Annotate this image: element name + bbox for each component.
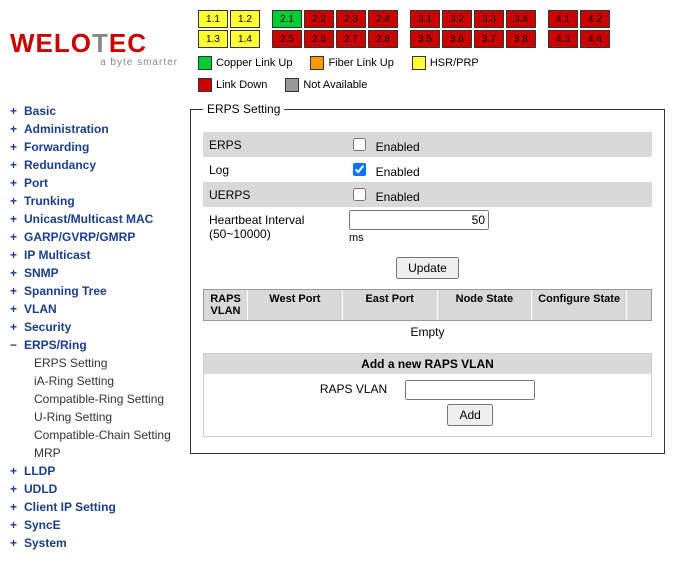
row-label-uerps: UERPS bbox=[203, 182, 343, 207]
logo-t: T bbox=[92, 28, 109, 58]
port-2-3[interactable]: 2.3 bbox=[336, 10, 366, 28]
port-4-4[interactable]: 4.4 bbox=[580, 30, 610, 48]
port-1-1[interactable]: 1.1 bbox=[198, 10, 228, 28]
nav-basic[interactable]: +Basic bbox=[10, 102, 186, 120]
port-1-4[interactable]: 1.4 bbox=[230, 30, 260, 48]
heartbeat-unit: ms bbox=[349, 232, 364, 244]
log-enabled-checkbox[interactable] bbox=[353, 163, 366, 176]
add-raps-label: RAPS VLAN bbox=[320, 380, 387, 396]
enabled-text-erps: Enabled bbox=[376, 140, 420, 154]
port-1-3[interactable]: 1.3 bbox=[198, 30, 228, 48]
row-label-heartbeat: Heartbeat Interval (50~10000) bbox=[203, 207, 343, 247]
nav-sub-mrp[interactable]: MRP bbox=[34, 444, 186, 462]
nav-forwarding[interactable]: +Forwarding bbox=[10, 138, 186, 156]
port-3-7[interactable]: 3.7 bbox=[474, 30, 504, 48]
erps-setting-panel: ERPS Setting ERPS Enabled Log Enabled UE… bbox=[190, 102, 665, 454]
nav-sub-compatible-ring[interactable]: Compatible-Ring Setting bbox=[34, 390, 186, 408]
logo-post: EC bbox=[109, 28, 147, 58]
col-west-port: West Port bbox=[248, 290, 343, 320]
legend-swatch-orange bbox=[310, 56, 324, 70]
nav-ip-multicast[interactable]: +IP Multicast bbox=[10, 246, 186, 264]
enabled-text-uerps: Enabled bbox=[376, 190, 420, 204]
nav-administration[interactable]: +Administration bbox=[10, 120, 186, 138]
port-3-5[interactable]: 3.5 bbox=[410, 30, 440, 48]
port-2-8[interactable]: 2.8 bbox=[368, 30, 398, 48]
port-3-4[interactable]: 3.4 bbox=[506, 10, 536, 28]
nav-port[interactable]: +Port bbox=[10, 174, 186, 192]
nav-security[interactable]: +Security bbox=[10, 318, 186, 336]
row-label-erps: ERPS bbox=[203, 132, 343, 157]
legend-swatch-red bbox=[198, 78, 212, 92]
erps-enabled-checkbox[interactable] bbox=[353, 138, 366, 151]
col-raps-vlan: RAPS VLAN bbox=[204, 290, 248, 320]
nav-sub-compatible-chain[interactable]: Compatible-Chain Setting bbox=[34, 426, 186, 444]
sidebar-nav: +Basic +Administration +Forwarding +Redu… bbox=[10, 102, 190, 552]
port-4-3[interactable]: 4.3 bbox=[548, 30, 578, 48]
nav-system[interactable]: +System bbox=[10, 534, 186, 552]
port-2-2[interactable]: 2.2 bbox=[304, 10, 334, 28]
legend-copper-up: Copper Link Up bbox=[216, 57, 292, 69]
port-2-4[interactable]: 2.4 bbox=[368, 10, 398, 28]
nav-erps-ring[interactable]: −ERPS/Ring bbox=[10, 336, 186, 354]
port-3-2[interactable]: 3.2 bbox=[442, 10, 472, 28]
brand-logo: WELOTEC a byte smarter bbox=[10, 10, 190, 68]
nav-synce[interactable]: +SyncE bbox=[10, 516, 186, 534]
raps-table-header: RAPS VLAN West Port East Port Node State… bbox=[203, 289, 652, 321]
port-2-6[interactable]: 2.6 bbox=[304, 30, 334, 48]
port-3-3[interactable]: 3.3 bbox=[474, 10, 504, 28]
raps-vlan-input[interactable] bbox=[405, 380, 535, 400]
logo-pre: WELO bbox=[10, 28, 92, 58]
col-east-port: East Port bbox=[343, 290, 438, 320]
enabled-text-log: Enabled bbox=[376, 165, 420, 179]
add-raps-section: Add a new RAPS VLAN RAPS VLAN Add bbox=[203, 353, 652, 437]
nav-vlan[interactable]: +VLAN bbox=[10, 300, 186, 318]
update-button[interactable]: Update bbox=[396, 257, 459, 279]
port-3-1[interactable]: 3.1 bbox=[410, 10, 440, 28]
add-raps-title: Add a new RAPS VLAN bbox=[204, 354, 651, 374]
port-2-1[interactable]: 2.1 bbox=[272, 10, 302, 28]
nav-garp[interactable]: +GARP/GVRP/GMRP bbox=[10, 228, 186, 246]
nav-redundancy[interactable]: +Redundancy bbox=[10, 156, 186, 174]
col-spacer bbox=[627, 290, 651, 320]
port-3-6[interactable]: 3.6 bbox=[442, 30, 472, 48]
nav-snmp[interactable]: +SNMP bbox=[10, 264, 186, 282]
port-legend: Copper Link Up Fiber Link Up HSR/PRP Lin… bbox=[198, 56, 665, 92]
port-2-5[interactable]: 2.5 bbox=[272, 30, 302, 48]
col-node-state: Node State bbox=[438, 290, 533, 320]
heartbeat-input[interactable] bbox=[349, 210, 489, 230]
uerps-enabled-checkbox[interactable] bbox=[353, 188, 366, 201]
port-4-1[interactable]: 4.1 bbox=[548, 10, 578, 28]
port-1-2[interactable]: 1.2 bbox=[230, 10, 260, 28]
add-button[interactable]: Add bbox=[447, 404, 492, 426]
nav-lldp[interactable]: +LLDP bbox=[10, 462, 186, 480]
port-3-8[interactable]: 3.8 bbox=[506, 30, 536, 48]
nav-sub-ia-ring[interactable]: iA-Ring Setting bbox=[34, 372, 186, 390]
port-4-2[interactable]: 4.2 bbox=[580, 10, 610, 28]
nav-udld[interactable]: +UDLD bbox=[10, 480, 186, 498]
legend-swatch-green bbox=[198, 56, 212, 70]
row-label-log: Log bbox=[203, 157, 343, 182]
nav-client-ip[interactable]: +Client IP Setting bbox=[10, 498, 186, 516]
nav-sub-u-ring[interactable]: U-Ring Setting bbox=[34, 408, 186, 426]
port-2-7[interactable]: 2.7 bbox=[336, 30, 366, 48]
nav-trunking[interactable]: +Trunking bbox=[10, 192, 186, 210]
legend-swatch-yellow bbox=[412, 56, 426, 70]
raps-empty-text: Empty bbox=[203, 321, 652, 343]
legend-swatch-grey bbox=[285, 78, 299, 92]
legend-na: Not Available bbox=[303, 79, 367, 91]
legend-link-down: Link Down bbox=[216, 79, 267, 91]
legend-hsr: HSR/PRP bbox=[430, 57, 479, 69]
port-status-panel: 1.1 1.2 1.3 1.4 2.1 2.2 2.3 2.4 2.5 2.6 bbox=[198, 10, 665, 48]
nav-sub-erps-setting[interactable]: ERPS Setting bbox=[34, 354, 186, 372]
panel-legend: ERPS Setting bbox=[203, 102, 284, 116]
nav-unicast-multicast-mac[interactable]: +Unicast/Multicast MAC bbox=[10, 210, 186, 228]
legend-fiber-up: Fiber Link Up bbox=[328, 57, 393, 69]
nav-spanning-tree[interactable]: +Spanning Tree bbox=[10, 282, 186, 300]
col-configure-state: Configure State bbox=[532, 290, 627, 320]
